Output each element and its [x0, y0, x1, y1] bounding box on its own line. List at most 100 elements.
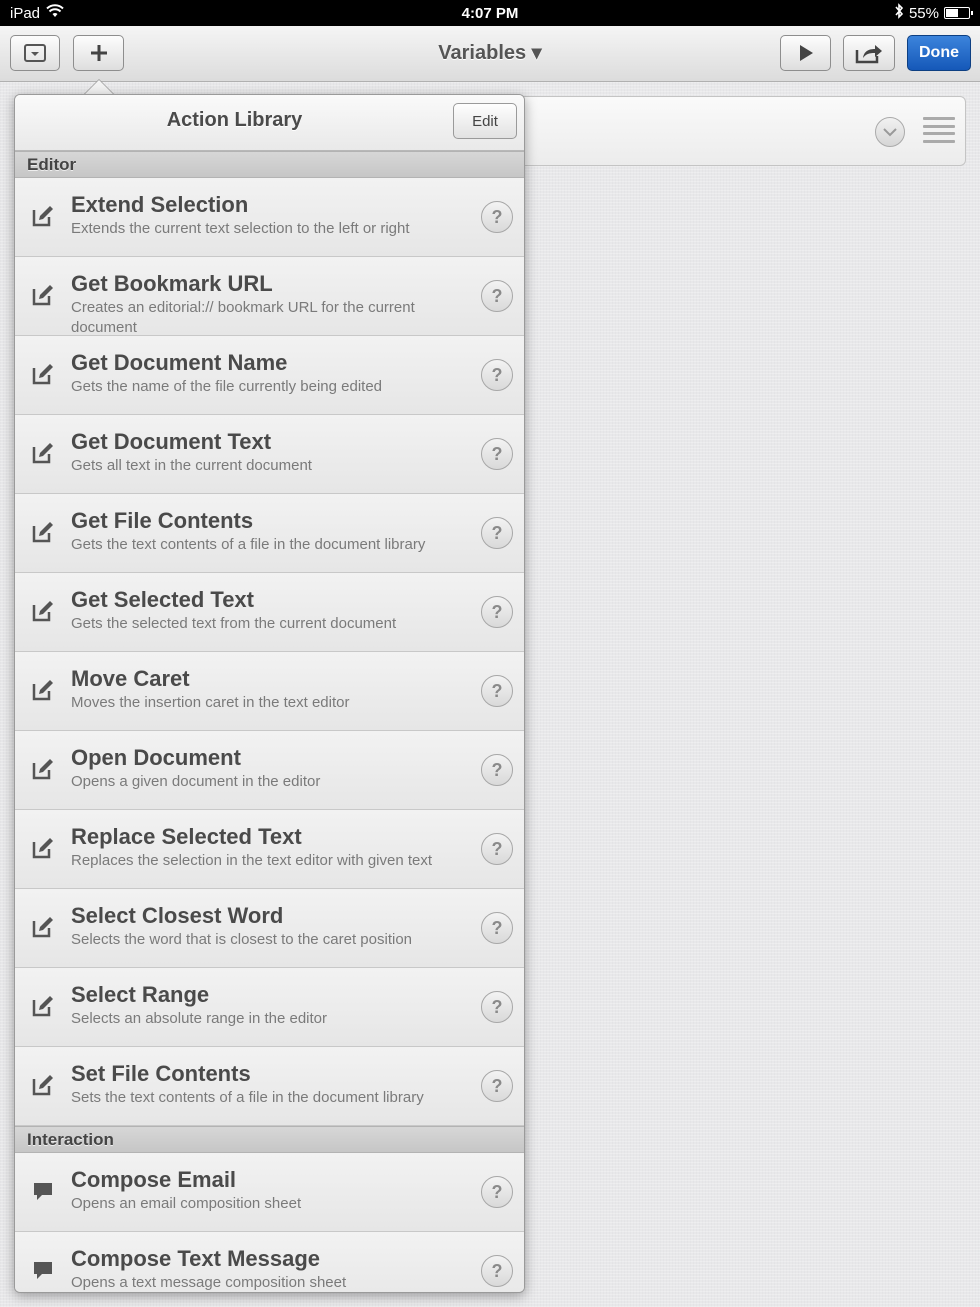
action-title: Compose Text Message — [71, 1246, 321, 1271]
action-title: Open Document — [71, 745, 241, 770]
help-button[interactable]: ? — [481, 1255, 513, 1287]
action-description: Creates an editorial:// bookmark URL for… — [71, 299, 415, 336]
help-button[interactable]: ? — [481, 1070, 513, 1102]
done-button[interactable]: Done — [907, 35, 971, 71]
toolbar: Variables ▾ Done — [0, 26, 980, 82]
action-library-popover: Action Library Edit Editor Extend Selecti… — [14, 94, 525, 1293]
action-title: Select Closest Word — [71, 903, 284, 928]
help-button[interactable]: ? — [481, 280, 513, 312]
action-row[interactable]: Open Document Opens a given document in t… — [15, 731, 524, 810]
run-button[interactable] — [780, 35, 831, 71]
section-header-interaction: Interaction — [15, 1126, 524, 1153]
action-row[interactable]: Select Range Selects an absolute range in… — [15, 968, 524, 1047]
edit-pencil-icon — [31, 915, 55, 939]
help-button[interactable]: ? — [481, 438, 513, 470]
help-button[interactable]: ? — [481, 754, 513, 786]
action-description: Gets the text contents of a file in the … — [71, 536, 426, 553]
edit-button[interactable]: Edit — [453, 103, 517, 139]
action-title: Select Range — [71, 982, 210, 1007]
edit-pencil-icon — [31, 836, 55, 860]
section-header-editor: Editor — [15, 151, 524, 178]
action-title: Set File Contents — [71, 1061, 251, 1086]
action-row[interactable]: Move Caret Moves the insertion caret in t… — [15, 652, 524, 731]
edit-pencil-icon — [31, 283, 55, 307]
action-text: Get File Contents Gets the text contents … — [71, 508, 471, 555]
action-text: Replace Selected Text Replaces the select… — [71, 824, 471, 871]
edit-pencil-icon — [31, 599, 55, 623]
device-name: iPad — [10, 4, 41, 22]
drag-handle-icon[interactable] — [923, 117, 955, 143]
action-row[interactable]: Select Closest Word Selects the word that… — [15, 889, 524, 968]
action-text: Select Closest Word Selects the word that… — [71, 903, 471, 950]
action-description: Selects an absolute range in the editor — [71, 1010, 328, 1027]
action-text: Set File Contents Sets the text contents … — [71, 1061, 471, 1108]
help-button[interactable]: ? — [481, 675, 513, 707]
speech-bubble-icon — [31, 1258, 55, 1282]
popover-title: Action Library — [166, 109, 303, 131]
action-row[interactable]: Compose Email Opens an email composition … — [15, 1153, 524, 1232]
action-text: Open Document Opens a given document in t… — [71, 745, 471, 792]
action-text: Compose Text Message Opens a text message… — [71, 1246, 471, 1292]
status-bar: iPad 4:07 PM 55% — [0, 0, 980, 26]
action-row[interactable]: Replace Selected Text Replaces the select… — [15, 810, 524, 889]
action-description: Replaces the selection in the text edito… — [71, 852, 433, 869]
action-text: Select Range Selects an absolute range in… — [71, 982, 471, 1029]
edit-pencil-icon — [31, 204, 55, 228]
edit-pencil-icon — [31, 520, 55, 544]
share-button[interactable] — [843, 35, 895, 71]
action-row[interactable]: Get File Contents Gets the text contents … — [15, 494, 524, 573]
help-button[interactable]: ? — [481, 912, 513, 944]
help-button[interactable]: ? — [481, 991, 513, 1023]
action-title: Get Document Text — [71, 429, 272, 454]
action-description: Opens an email composition sheet — [71, 1195, 302, 1212]
action-list[interactable]: Editor Extend Selection Extends the curren… — [15, 151, 524, 1292]
workflow-title[interactable]: Variables ▾ — [0, 40, 980, 65]
help-button[interactable]: ? — [481, 201, 513, 233]
edit-pencil-icon — [31, 994, 55, 1018]
action-description: Opens a text message composition sheet — [71, 1274, 347, 1291]
edit-pencil-icon — [31, 757, 55, 781]
action-title: Compose Email — [71, 1167, 237, 1192]
action-description: Selects the word that is closest to the … — [71, 931, 413, 948]
action-description: Moves the insertion caret in the text ed… — [71, 694, 350, 711]
action-text: Get Document Name Gets the name of the fi… — [71, 350, 471, 397]
action-title: Move Caret — [71, 666, 190, 691]
edit-pencil-icon — [31, 362, 55, 386]
help-button[interactable]: ? — [481, 517, 513, 549]
action-row[interactable]: Set File Contents Sets the text contents … — [15, 1047, 524, 1126]
help-button[interactable]: ? — [481, 596, 513, 628]
chevron-down-icon[interactable] — [875, 117, 905, 147]
action-title: Get Selected Text — [71, 587, 254, 612]
action-title: Replace Selected Text — [71, 824, 302, 849]
action-title: Get File Contents — [71, 508, 254, 533]
action-title: Get Bookmark URL — [71, 271, 273, 296]
action-text: Get Bookmark URL Creates an editorial:// … — [71, 271, 471, 338]
action-description: Opens a given document in the editor — [71, 773, 321, 790]
action-description: Gets the name of the file currently bein… — [71, 378, 383, 395]
edit-pencil-icon — [31, 1073, 55, 1097]
action-row[interactable]: Extend Selection Extends the current text… — [15, 178, 524, 257]
help-button[interactable]: ? — [481, 833, 513, 865]
action-row[interactable]: Get Document Name Gets the name of the fi… — [15, 336, 524, 415]
battery-level — [946, 9, 959, 17]
action-row[interactable]: Get Bookmark URL Creates an editorial:// … — [15, 257, 524, 336]
action-title: Get Document Name — [71, 350, 288, 375]
edit-pencil-icon — [31, 678, 55, 702]
help-button[interactable]: ? — [481, 359, 513, 391]
action-text: Compose Email Opens an email composition … — [71, 1167, 471, 1214]
action-title: Extend Selection — [71, 192, 249, 217]
battery-percent: 55% — [908, 4, 939, 22]
bluetooth-icon — [894, 3, 904, 23]
speech-bubble-icon — [31, 1179, 55, 1203]
action-row[interactable]: Compose Text Message Opens a text message… — [15, 1232, 524, 1292]
action-row[interactable]: Get Selected Text Gets the selected text … — [15, 573, 524, 652]
action-description: Sets the text contents of a file in the … — [71, 1089, 424, 1106]
action-description: Gets the selected text from the current … — [71, 615, 397, 632]
popover-arrow — [84, 80, 114, 95]
share-icon — [855, 45, 882, 64]
action-row[interactable]: Get Document Text Gets all text in the cu… — [15, 415, 524, 494]
popover-header: Action Library Edit — [15, 95, 524, 151]
help-button[interactable]: ? — [481, 1176, 513, 1208]
action-text: Move Caret Moves the insertion caret in t… — [71, 666, 471, 713]
battery-icon — [944, 7, 973, 19]
